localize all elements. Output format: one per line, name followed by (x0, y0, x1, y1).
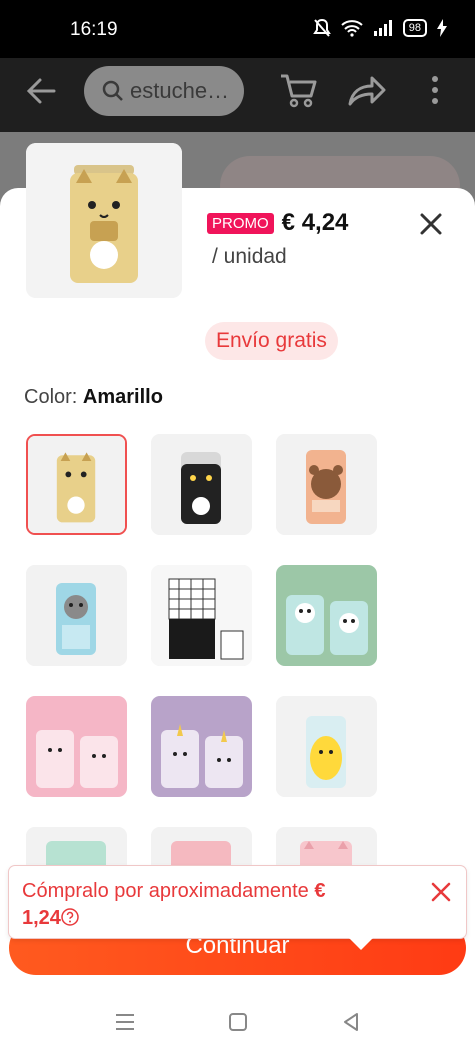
tooltip-text: Cómpralo por aproximadamente € 1,24 (22, 878, 402, 932)
color-label-prefix: Color: (24, 386, 78, 408)
swatch-bear[interactable] (276, 434, 377, 535)
selected-color-value: Amarillo (82, 386, 163, 408)
help-icon[interactable] (61, 908, 79, 926)
swatch-green-panda[interactable] (276, 565, 377, 666)
tooltip-message: Cómpralo por aproximadamente (22, 880, 309, 902)
back-arrow-icon[interactable] (24, 74, 58, 108)
price-unit: / unidad (212, 245, 287, 268)
search-icon (102, 80, 123, 101)
home-icon[interactable] (228, 1012, 248, 1032)
tooltip-close-icon[interactable] (429, 880, 453, 904)
swatch-grid[interactable] (151, 565, 252, 666)
share-icon[interactable] (346, 72, 386, 108)
price-row: PROMO € 4,24 (207, 209, 348, 237)
price-tooltip: Cómpralo por aproximadamente € 1,24 (9, 866, 466, 938)
promo-badge: PROMO (207, 212, 274, 234)
status-icons: 98 (312, 18, 447, 38)
cat-pencil-case-image (26, 143, 182, 298)
close-icon[interactable] (414, 207, 448, 241)
color-label: Color: Amarillo (24, 386, 163, 409)
tooltip-currency: € (314, 880, 326, 902)
cart-icon[interactable] (278, 70, 318, 110)
battery-indicator: 98 (402, 19, 427, 37)
more-options-icon[interactable] (430, 74, 440, 106)
status-bar: 16:19 98 (0, 0, 475, 58)
swatch-purple-unicorn[interactable] (151, 696, 252, 797)
signal-icon (373, 20, 392, 36)
product-price: € 4,24 (281, 209, 349, 236)
search-bar[interactable]: estuche… (84, 66, 244, 116)
back-icon[interactable] (341, 1012, 361, 1032)
mute-icon (312, 18, 331, 37)
app-header: estuche… (0, 58, 475, 132)
menu-icon[interactable] (114, 1012, 136, 1032)
swatch-blue-cat[interactable] (26, 565, 127, 666)
selected-product-image (26, 143, 182, 298)
tooltip-amount: 1,24 (22, 907, 61, 929)
status-time: 16:19 (70, 19, 118, 40)
swatch-pink-cat[interactable] (26, 696, 127, 797)
search-text: estuche… (130, 78, 230, 103)
free-shipping-badge: Envío gratis (205, 322, 338, 360)
system-navigation-bar (0, 990, 475, 1056)
swatch-yellow-chick[interactable] (276, 696, 377, 797)
tooltip-pointer (347, 936, 375, 950)
wifi-icon (341, 20, 363, 37)
swatch-black-cat[interactable] (151, 434, 252, 535)
charging-icon (437, 19, 447, 37)
swatch-yellow-cat[interactable] (26, 434, 127, 535)
